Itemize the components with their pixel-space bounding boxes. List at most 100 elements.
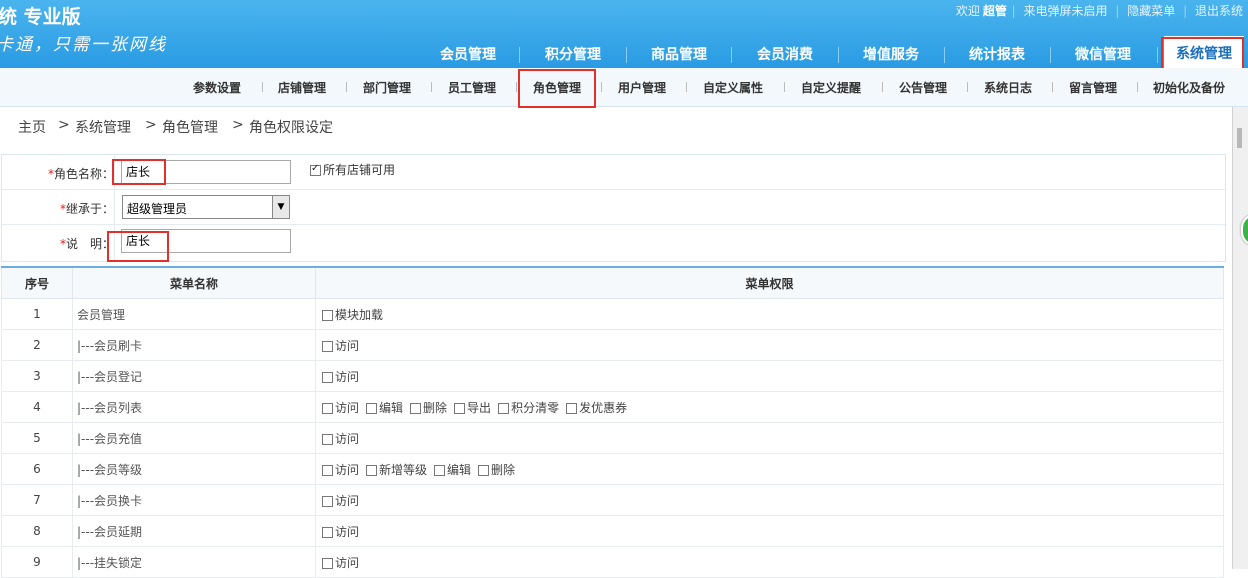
- tab-member[interactable]: 会员管理: [425, 42, 511, 68]
- brand-title: 统 专业版: [0, 6, 81, 28]
- table-row: 4 |---会员列表 访问 编辑 删除 导出 积分清零 发优惠券: [1, 391, 1224, 423]
- tab-consumption[interactable]: 会员消费: [743, 42, 827, 68]
- tab-points[interactable]: 积分管理: [531, 42, 615, 68]
- permission-option[interactable]: 访问: [322, 492, 359, 509]
- breadcrumb-home[interactable]: 主页: [18, 117, 46, 137]
- inherit-select-value: 超级管理员: [127, 202, 188, 216]
- breadcrumb-roles[interactable]: 角色管理: [162, 117, 218, 137]
- permission-checkbox[interactable]: [434, 464, 446, 476]
- table-row: 9 |---挂失锁定 访问: [1, 546, 1224, 578]
- page-scrollbar[interactable]: [1232, 107, 1248, 569]
- all-stores-checkbox[interactable]: [310, 163, 321, 176]
- permission-option[interactable]: 删除: [478, 461, 515, 478]
- permission-checkbox[interactable]: [498, 402, 510, 414]
- permission-checkbox[interactable]: [322, 402, 333, 414]
- permission-checkbox[interactable]: [322, 557, 333, 569]
- subtab-stores[interactable]: 店铺管理: [278, 79, 326, 96]
- permission-option[interactable]: 删除: [410, 399, 447, 416]
- permission-checkbox[interactable]: [566, 402, 578, 414]
- permission-checkbox[interactable]: [322, 464, 333, 476]
- permission-option[interactable]: 访问: [322, 368, 359, 385]
- permission-checkbox[interactable]: [322, 526, 333, 538]
- row-index: 1: [1, 298, 73, 330]
- permission-option[interactable]: 新增等级: [366, 461, 427, 478]
- row-menu-name: |---会员延期: [72, 515, 316, 547]
- permission-option[interactable]: 模块加载: [322, 306, 383, 323]
- tab-reports[interactable]: 统计报表: [955, 42, 1039, 68]
- table-row: 7 |---会员换卡 访问: [1, 484, 1224, 516]
- subtab-custom-reminders[interactable]: 自定义提醒: [801, 79, 861, 96]
- permission-checkbox[interactable]: [478, 464, 490, 476]
- permission-label: 模块加载: [335, 307, 384, 322]
- subtab-staff[interactable]: 员工管理: [448, 79, 496, 96]
- permission-checkbox[interactable]: [322, 340, 333, 352]
- permission-option[interactable]: 编辑: [434, 461, 471, 478]
- row-permissions: 访问: [315, 422, 1224, 454]
- permission-option[interactable]: 导出: [454, 399, 491, 416]
- hide-menu-link[interactable]: 隐藏菜单: [1124, 4, 1178, 18]
- row-menu-name: |---会员登记: [72, 360, 316, 392]
- permission-checkbox[interactable]: [410, 402, 422, 414]
- permission-checkbox[interactable]: [322, 495, 333, 507]
- subtab-roles[interactable]: 角色管理: [533, 79, 581, 96]
- permission-label: 访问: [335, 555, 360, 570]
- row-permissions: 模块加载: [315, 298, 1224, 330]
- breadcrumb-sep: >: [58, 117, 70, 133]
- breadcrumb: 主页 > 系统管理 > 角色管理 > 角色权限设定: [0, 107, 1232, 145]
- row-index: 5: [1, 422, 73, 454]
- logout-link[interactable]: 退出系统: [1192, 4, 1246, 18]
- permission-checkbox[interactable]: [366, 402, 378, 414]
- permission-option[interactable]: 访问: [322, 337, 359, 354]
- subtab-params[interactable]: 参数设置: [193, 79, 241, 96]
- inherit-select[interactable]: 超级管理员 ▼: [122, 195, 290, 219]
- subtab-syslog[interactable]: 系统日志: [984, 79, 1032, 96]
- permission-option[interactable]: 发优惠券: [566, 399, 627, 416]
- permission-option[interactable]: 访问: [322, 430, 359, 447]
- caller-popup-link[interactable]: 来电弹屏未启用: [1021, 4, 1111, 18]
- row-permissions: 访问: [315, 360, 1224, 392]
- permission-option[interactable]: 访问: [322, 461, 359, 478]
- permission-label: 访问: [335, 431, 360, 446]
- permission-label: 发优惠券: [579, 400, 628, 415]
- tab-goods[interactable]: 商品管理: [637, 42, 721, 68]
- subtab-users[interactable]: 用户管理: [618, 79, 666, 96]
- table-row: 2 |---会员刷卡 访问: [1, 329, 1224, 361]
- row-menu-name: |---会员充值: [72, 422, 316, 454]
- description-input[interactable]: 店长: [121, 229, 291, 253]
- main-nav: 会员管理 积分管理 商品管理 会员消费 增值服务 统计报表 微信管理 系统管理: [0, 36, 1248, 68]
- permission-option[interactable]: 访问: [322, 523, 359, 540]
- subtab-custom-attrs[interactable]: 自定义属性: [703, 79, 763, 96]
- permission-checkbox[interactable]: [322, 309, 333, 321]
- subtab-notices[interactable]: 公告管理: [899, 79, 947, 96]
- row-permissions: 访问 编辑 删除 导出 积分清零 发优惠券: [315, 391, 1224, 423]
- row-menu-name: |---会员刷卡: [72, 329, 316, 361]
- breadcrumb-system[interactable]: 系统管理: [75, 117, 131, 137]
- welcome-text: 欢迎: [955, 4, 980, 18]
- tab-value-added[interactable]: 增值服务: [848, 42, 934, 68]
- permission-label: 编辑: [379, 400, 404, 415]
- role-name-input[interactable]: 店长: [121, 160, 291, 184]
- permission-option[interactable]: 访问: [322, 554, 359, 571]
- subtab-messages[interactable]: 留言管理: [1069, 79, 1117, 96]
- subtab-departments[interactable]: 部门管理: [363, 79, 411, 96]
- permission-checkbox[interactable]: [454, 402, 466, 414]
- scrollbar-thumb[interactable]: [1237, 128, 1242, 148]
- permission-checkbox[interactable]: [322, 433, 333, 445]
- permission-checkbox[interactable]: [322, 371, 333, 383]
- all-stores-option[interactable]: 所有店铺可用: [310, 161, 395, 178]
- permission-table: 序号 菜单名称 菜单权限 1 会员管理 模块加载 2 |---会员刷卡 访问 3 |---会员…: [1, 266, 1224, 578]
- subtab-init-backup[interactable]: 初始化及备份: [1153, 79, 1225, 96]
- tab-wechat[interactable]: 微信管理: [1060, 42, 1146, 68]
- row-permissions: 访问: [315, 515, 1224, 547]
- role-form: *角色名称： 店长 所有店铺可用 *继承于： 超级管理员 ▼ *说 明： 店长: [1, 154, 1226, 262]
- row-index: 6: [1, 453, 73, 485]
- permission-option[interactable]: 访问: [322, 399, 359, 416]
- chevron-down-icon[interactable]: ▼: [272, 196, 289, 218]
- permission-label: 删除: [423, 400, 448, 415]
- permission-option[interactable]: 编辑: [366, 399, 403, 416]
- permission-label: 编辑: [447, 462, 472, 477]
- tab-system[interactable]: 系统管理: [1164, 36, 1244, 68]
- breadcrumb-sep: >: [232, 117, 244, 133]
- permission-checkbox[interactable]: [366, 464, 378, 476]
- permission-option[interactable]: 积分清零: [498, 399, 559, 416]
